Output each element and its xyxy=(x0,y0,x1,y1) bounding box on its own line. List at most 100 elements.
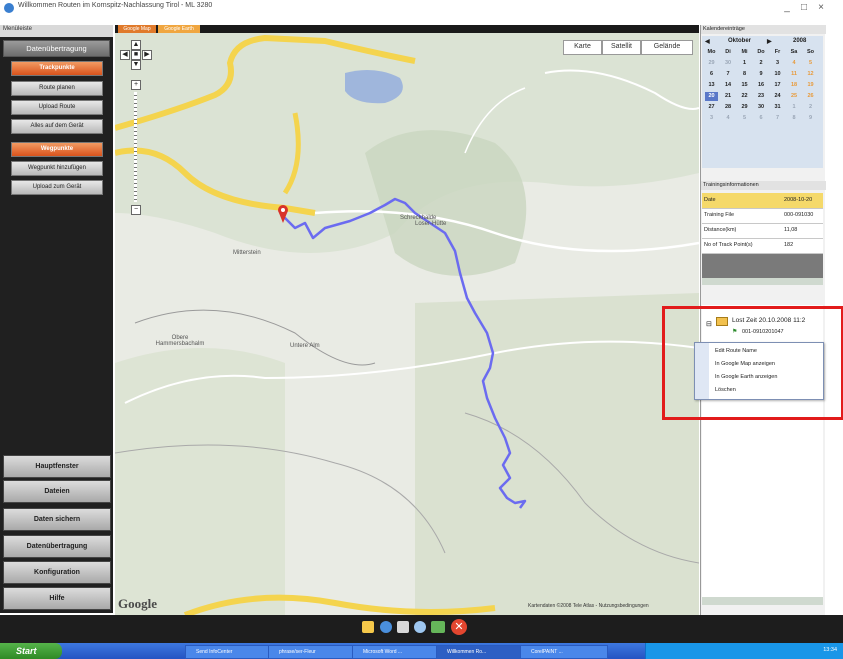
calendar-day[interactable]: 3 xyxy=(705,114,718,123)
dateien-button[interactable]: Dateien xyxy=(3,480,111,503)
calendar-day[interactable]: 22 xyxy=(738,92,751,101)
calendar-day[interactable]: 2 xyxy=(804,103,817,112)
pan-up-icon[interactable]: ▲ xyxy=(131,40,141,50)
zoom-in-icon[interactable]: + xyxy=(131,80,141,90)
map-type-gelaende-button[interactable]: Gelände xyxy=(641,40,693,55)
calendar-day[interactable]: 1 xyxy=(788,103,801,112)
pan-right-icon[interactable]: ▶ xyxy=(142,50,152,60)
calendar-day[interactable]: 15 xyxy=(738,81,751,90)
calendar-day[interactable]: 5 xyxy=(804,59,817,68)
calendar-day[interactable]: 3 xyxy=(771,59,784,68)
zoom-slider[interactable] xyxy=(134,92,137,202)
exit-icon[interactable]: ✕ xyxy=(451,619,467,635)
close-button[interactable]: × xyxy=(814,1,828,14)
calendar-day[interactable]: 29 xyxy=(705,59,718,68)
wegpunkt-hinzufuegen-button[interactable]: Wegpunkt hinzufügen xyxy=(11,161,103,176)
bottom-toolbar: ✕ xyxy=(0,615,843,643)
calendar-day[interactable]: 25 xyxy=(788,92,801,101)
calendar-day[interactable]: 30 xyxy=(755,103,768,112)
calendar-day[interactable]: 29 xyxy=(738,103,751,112)
calendar-month[interactable]: Oktober xyxy=(728,38,751,44)
taskbar-item[interactable]: phrase/ser-Fleur xyxy=(268,645,356,659)
calendar-day[interactable]: 5 xyxy=(738,114,751,123)
taskbar-item[interactable]: Willkommen Ro... xyxy=(436,645,524,659)
calendar-day[interactable]: 16 xyxy=(755,81,768,90)
map-type-satellit-button[interactable]: Satellit xyxy=(602,40,641,55)
calendar-day[interactable]: 2 xyxy=(755,59,768,68)
calendar-header: Kalendereinträge xyxy=(701,25,826,34)
calendar-weekday: Sa xyxy=(790,49,798,55)
daten-sichern-button[interactable]: Daten sichern xyxy=(3,508,111,531)
calendar-day[interactable]: 18 xyxy=(788,81,801,90)
taskbar-item[interactable]: Microsoft Word ... xyxy=(352,645,440,659)
next-month-icon[interactable]: ▶ xyxy=(767,38,772,45)
minimize-button[interactable]: _ xyxy=(780,1,794,14)
wegpunkte-button[interactable]: Wegpunkte xyxy=(11,142,103,157)
konfiguration-button[interactable]: Konfiguration xyxy=(3,561,111,584)
calendar-day[interactable]: 13 xyxy=(705,81,718,90)
upload-zum-geraet-button[interactable]: Upload zum Gerät xyxy=(11,180,103,195)
hilfe-button[interactable]: Hilfe xyxy=(3,587,111,610)
calendar-day[interactable]: 7 xyxy=(722,70,735,79)
calendar-day[interactable]: 7 xyxy=(771,114,784,123)
training-info-table: Date 2008-10-20 Training File 000-091030… xyxy=(702,193,823,285)
calendar-day[interactable]: 6 xyxy=(755,114,768,123)
maximize-button[interactable]: □ xyxy=(797,1,811,14)
training-row[interactable]: No of Track Point(s) 182 xyxy=(702,238,823,254)
info-icon[interactable] xyxy=(414,621,426,633)
calendar-day[interactable]: 17 xyxy=(771,81,784,90)
calendar-day[interactable]: 14 xyxy=(722,81,735,90)
calendar-day[interactable]: 26 xyxy=(804,92,817,101)
calendar-weekday: Fr xyxy=(774,49,781,55)
calendar-day[interactable]: 12 xyxy=(804,70,817,79)
calendar-day[interactable]: 9 xyxy=(755,70,768,79)
training-row[interactable]: Training File 000-091030 xyxy=(702,208,823,224)
calendar-day[interactable]: 10 xyxy=(771,70,784,79)
datenuebertragung-button[interactable]: Datenübertragung xyxy=(3,535,111,558)
training-row[interactable]: Distance(km) 11,08 xyxy=(702,223,823,239)
taskbar-item[interactable]: Send InfoCenter xyxy=(185,645,272,659)
calendar-day[interactable]: 4 xyxy=(722,114,735,123)
calendar-day[interactable]: 1 xyxy=(738,59,751,68)
calendar-day[interactable]: 27 xyxy=(705,103,718,112)
calendar-day[interactable]: 9 xyxy=(804,114,817,123)
training-scrollbar[interactable] xyxy=(702,278,823,285)
map-canvas[interactable]: Schreckhalde Loser-Hütte Mitterstein Obe… xyxy=(115,33,699,615)
map-type-karte-button[interactable]: Karte xyxy=(563,40,602,55)
calendar-day[interactable]: 4 xyxy=(788,59,801,68)
calendar-year[interactable]: 2008 xyxy=(793,38,806,44)
calendar-day[interactable]: 23 xyxy=(755,92,768,101)
zoom-out-icon[interactable]: − xyxy=(131,205,141,215)
taskbar-item[interactable]: CorelPAINT ... xyxy=(520,645,608,659)
sidebar-header-label: Menüleiste xyxy=(3,26,33,32)
calendar-day[interactable]: 20 xyxy=(705,92,718,101)
pan-down-icon[interactable]: ▼ xyxy=(131,60,141,70)
hauptfenster-button[interactable]: Hauptfenster xyxy=(3,455,111,478)
section-datentransfer[interactable]: Datenübertragung xyxy=(3,40,110,57)
calendar-day[interactable]: 28 xyxy=(722,103,735,112)
calendar-day[interactable]: 19 xyxy=(804,81,817,90)
route-planen-button[interactable]: Route planen xyxy=(11,81,103,96)
calendar-day[interactable]: 11 xyxy=(788,70,801,79)
calendar-day[interactable]: 30 xyxy=(722,59,735,68)
upload-route-button[interactable]: Upload Route xyxy=(11,100,103,115)
calendar-day[interactable]: 6 xyxy=(705,70,718,79)
camera-icon[interactable] xyxy=(397,621,409,633)
start-button[interactable]: Start xyxy=(0,643,62,659)
folder-open-icon[interactable] xyxy=(362,621,374,633)
map-copyright: Kartendaten ©2008 Tele Atlas - Nutzungsb… xyxy=(528,603,649,609)
prev-month-icon[interactable]: ◀ xyxy=(705,38,710,45)
calendar-day[interactable]: 8 xyxy=(738,70,751,79)
training-row[interactable]: Date 2008-10-20 xyxy=(702,193,823,209)
users-icon[interactable] xyxy=(431,621,445,633)
calendar-day[interactable]: 21 xyxy=(722,92,735,101)
globe-icon[interactable] xyxy=(380,621,392,633)
trackpunkte-button[interactable]: Trackpunkte xyxy=(11,61,103,76)
calendar-day[interactable]: 24 xyxy=(771,92,784,101)
tree-scrollbar[interactable] xyxy=(702,597,823,605)
pan-center-icon[interactable]: ■ xyxy=(131,50,141,60)
pan-left-icon[interactable]: ◀ xyxy=(120,50,130,60)
alles-auf-geraet-button[interactable]: Alles auf dem Gerät xyxy=(11,119,103,134)
calendar-day[interactable]: 8 xyxy=(788,114,801,123)
calendar-day[interactable]: 31 xyxy=(771,103,784,112)
